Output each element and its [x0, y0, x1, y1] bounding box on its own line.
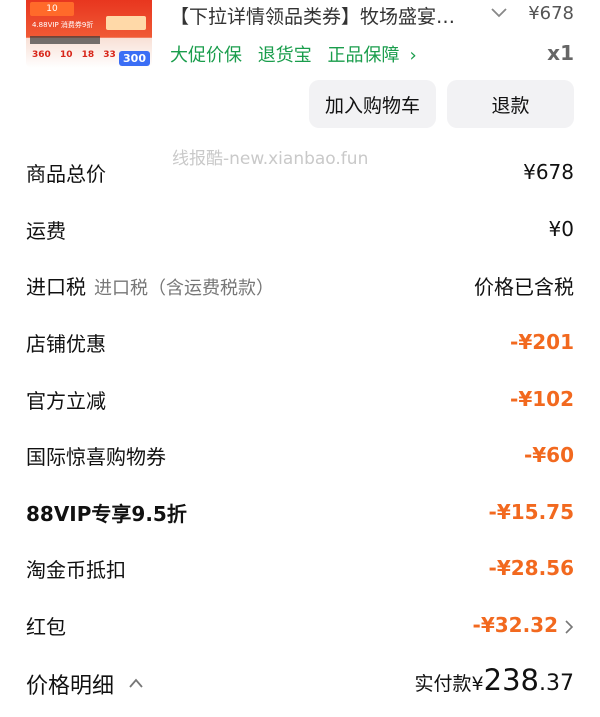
badge-return-insurance: 退货宝	[257, 45, 312, 66]
row-vip-discount: 88VIP专享9.5折 -¥15.75	[26, 497, 574, 527]
paid-label: 实付款	[414, 673, 472, 695]
row-label: 进口税	[26, 274, 86, 299]
row-label: 红包	[26, 614, 66, 639]
thumbnail-promo-text: 4.88VIP 消费券9折	[32, 21, 94, 29]
row-store-discount: 店铺优惠 -¥201	[26, 327, 574, 357]
product-price: ¥678	[528, 3, 574, 24]
row-label: 店铺优惠	[26, 331, 106, 356]
row-label: 88VIP专享9.5折	[26, 501, 187, 526]
row-value: -¥201	[510, 330, 574, 354]
chevron-right-icon	[565, 619, 574, 634]
paid-amount-dec: .37	[539, 671, 574, 696]
row-label-group: 进口税 进口税（含运费税款）	[26, 271, 274, 300]
row-value: -¥32.32	[472, 613, 558, 637]
thumbnail-strip	[30, 36, 100, 44]
row-sublabel: 进口税（含运费税款）	[94, 277, 274, 299]
row-label: 运费	[26, 218, 66, 243]
thumbnail-ribbon	[106, 16, 146, 30]
price-detail-toggle[interactable]: 价格明细	[26, 668, 114, 700]
product-title[interactable]: 【下拉详情领品类券】牧场盛宴…	[170, 2, 510, 28]
badge-price-protect: 大促价保	[170, 45, 242, 66]
row-value: ¥0	[548, 217, 574, 241]
guarantee-badges[interactable]: 大促价保 退货宝 正品保障 ›	[170, 41, 427, 67]
row-value: -¥28.56	[488, 556, 574, 580]
row-official-discount: 官方立减 -¥102	[26, 384, 574, 414]
row-value: -¥15.75	[488, 500, 574, 524]
refund-button[interactable]: 退款	[447, 80, 574, 128]
product-quantity: x1	[547, 41, 574, 65]
thumbnail-badge: 10	[30, 2, 74, 16]
row-value: -¥60	[523, 443, 574, 467]
thumbnail-day-label: 10	[59, 50, 73, 60]
row-value: 价格已含税	[474, 274, 574, 299]
thumbnail-day-label: 18	[81, 50, 95, 60]
row-coins: 淘金币抵扣 -¥28.56	[26, 553, 574, 583]
row-value: ¥678	[523, 160, 574, 184]
chevron-right-icon: ›	[409, 45, 417, 66]
row-value: -¥102	[510, 387, 574, 411]
row-subtotal: 商品总价 ¥678	[26, 157, 574, 187]
row-coupon: 国际惊喜购物券 -¥60	[26, 440, 574, 470]
product-thumbnail[interactable]: 10 4.88VIP 消费券9折 360 10 18 33 300	[26, 0, 152, 68]
row-shipping: 运费 ¥0	[26, 214, 574, 244]
thumbnail-tag: 300	[119, 51, 150, 66]
paid-currency: ¥	[471, 673, 484, 695]
row-label: 官方立减	[26, 388, 106, 413]
row-import-tax: 进口税 进口税（含运费税款） 价格已含税	[26, 270, 574, 300]
paid-amount-int: 238	[483, 663, 539, 697]
chevron-down-icon[interactable]	[490, 7, 508, 19]
thumbnail-day-label: 360	[32, 50, 51, 60]
paid-total: 实付款¥238.37	[415, 663, 574, 697]
row-red-packet[interactable]: 红包 -¥32.32	[26, 610, 574, 640]
row-value-group: -¥32.32	[473, 613, 574, 637]
row-label: 淘金币抵扣	[26, 557, 126, 582]
row-label: 商品总价	[26, 161, 106, 186]
chevron-up-icon[interactable]	[128, 677, 144, 689]
row-label: 国际惊喜购物券	[26, 444, 166, 469]
badge-authentic: 正品保障	[327, 45, 400, 66]
thumbnail-day-label: 33	[103, 50, 116, 60]
add-to-cart-button[interactable]: 加入购物车	[309, 80, 436, 128]
